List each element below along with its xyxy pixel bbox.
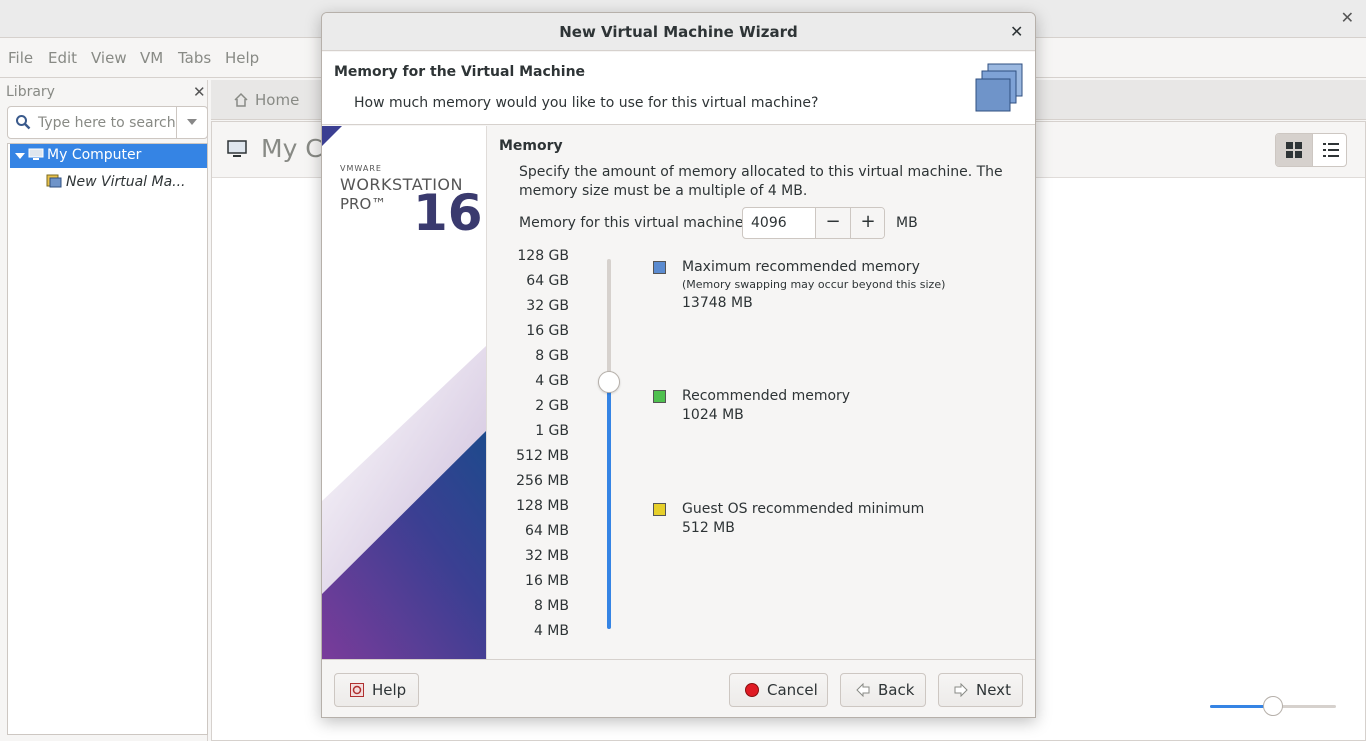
- dialog-footer: Help Cancel Back Next: [322, 659, 1035, 717]
- home-icon: [234, 92, 248, 107]
- menu-help[interactable]: Help: [225, 49, 259, 67]
- menu-vm[interactable]: VM: [140, 49, 163, 67]
- help-button[interactable]: Help: [334, 673, 419, 707]
- vm-icon: [46, 174, 62, 188]
- tree-item-my-computer[interactable]: My Computer: [10, 144, 207, 168]
- library-close-icon[interactable]: ✕: [193, 83, 206, 101]
- max-memory-swatch: [653, 261, 666, 274]
- memory-scale-label[interactable]: 1 GB: [487, 423, 569, 439]
- library-title: Library: [6, 84, 55, 100]
- step-subtitle: How much memory would you like to use fo…: [354, 95, 819, 111]
- tree-item-label: My Computer: [47, 147, 142, 163]
- view-toggle: [1275, 133, 1347, 167]
- search-placeholder: Type here to search: [38, 115, 176, 131]
- back-arrow-icon: [856, 683, 870, 697]
- tab-home-label: Home: [255, 91, 300, 109]
- expand-arrow-icon[interactable]: [15, 153, 25, 159]
- memory-slider[interactable]: [607, 259, 611, 629]
- memory-field-label: Memory for this virtual machine:: [519, 215, 749, 231]
- next-arrow-icon: [954, 683, 968, 697]
- zoom-slider-handle[interactable]: [1263, 696, 1283, 716]
- memory-scale-label[interactable]: 64 MB: [487, 523, 569, 539]
- search-dropdown-button[interactable]: [176, 107, 208, 138]
- help-button-label: Help: [372, 681, 407, 699]
- memory-scale-label[interactable]: 128 MB: [487, 498, 569, 514]
- menu-tabs[interactable]: Tabs: [178, 49, 211, 67]
- computer-icon: [227, 140, 247, 157]
- recommended-memory-swatch: [653, 390, 666, 403]
- vendor-logo-text: VMWARE: [340, 164, 382, 173]
- dialog-titlebar: New Virtual Machine Wizard ✕: [322, 13, 1035, 51]
- increase-memory-button[interactable]: +: [850, 208, 884, 238]
- legend-label: Maximum recommended memory: [682, 259, 920, 275]
- memory-scale-label[interactable]: 4 MB: [487, 623, 569, 639]
- product-edition: PRO™: [340, 195, 387, 213]
- library-tree: My Computer New Virtual Ma...: [7, 143, 208, 735]
- library-panel: Library ✕ Type here to search My Compute…: [0, 80, 208, 741]
- legend-label: Recommended memory: [682, 388, 851, 404]
- memory-scale-label[interactable]: 8 GB: [487, 348, 569, 364]
- menu-view[interactable]: View: [91, 49, 127, 67]
- new-vm-wizard-dialog: New Virtual Machine Wizard ✕ Memory for …: [321, 12, 1036, 718]
- list-icon: [1323, 143, 1339, 157]
- memory-scale-label[interactable]: 128 GB: [487, 248, 569, 264]
- next-button[interactable]: Next: [938, 673, 1023, 707]
- memory-scale-label[interactable]: 512 MB: [487, 448, 569, 464]
- product-version: 16: [413, 184, 483, 242]
- memory-scale-label[interactable]: 2 GB: [487, 398, 569, 414]
- search-icon: [16, 115, 31, 130]
- memory-scale-label[interactable]: 8 MB: [487, 598, 569, 614]
- tree-item-label: New Virtual Ma...: [66, 174, 186, 190]
- tree-item-new-vm[interactable]: New Virtual Ma...: [44, 172, 209, 194]
- back-button-label: Back: [878, 681, 915, 699]
- memory-scale-label[interactable]: 16 MB: [487, 573, 569, 589]
- dialog-title: New Virtual Machine Wizard: [559, 23, 798, 41]
- memory-scale-label[interactable]: 256 MB: [487, 473, 569, 489]
- memory-spinbutton: 4096 − +: [742, 207, 885, 239]
- step-title: Memory for the Virtual Machine: [334, 64, 586, 80]
- minimum-memory-swatch: [653, 503, 666, 516]
- memory-scale-label[interactable]: 32 MB: [487, 548, 569, 564]
- stop-icon: [745, 683, 759, 697]
- virtual-machines-icon: [975, 63, 1023, 112]
- memory-input[interactable]: 4096: [751, 215, 787, 231]
- memory-scale-label[interactable]: 16 GB: [487, 323, 569, 339]
- menu-file[interactable]: File: [8, 49, 33, 67]
- memory-scale-label[interactable]: 32 GB: [487, 298, 569, 314]
- zoom-slider[interactable]: [1210, 696, 1336, 716]
- cancel-button[interactable]: Cancel: [729, 673, 828, 707]
- tab-home[interactable]: Home ✕: [223, 80, 333, 120]
- memory-scale-label[interactable]: 64 GB: [487, 273, 569, 289]
- app-close-icon[interactable]: ✕: [1341, 8, 1354, 27]
- dialog-close-icon[interactable]: ✕: [1010, 22, 1023, 41]
- next-button-label: Next: [976, 681, 1011, 699]
- menu-edit[interactable]: Edit: [48, 49, 77, 67]
- memory-slider-fill: [607, 382, 611, 629]
- list-view-button[interactable]: [1312, 134, 1346, 166]
- memory-description: Specify the amount of memory allocated t…: [519, 164, 1003, 199]
- dialog-header: Memory for the Virtual Machine How much …: [322, 52, 1035, 125]
- legend-note: (Memory swapping may occur beyond this s…: [682, 278, 946, 291]
- cancel-button-label: Cancel: [767, 681, 818, 699]
- memory-panel: Memory Specify the amount of memory allo…: [486, 126, 1035, 659]
- library-search[interactable]: Type here to search: [7, 106, 208, 139]
- branding-panel: VMWARE WORKSTATION PRO™ 16: [322, 126, 486, 659]
- computer-icon: [28, 148, 44, 160]
- section-title: Memory: [499, 138, 563, 154]
- chevron-down-icon: [187, 119, 197, 125]
- legend-value: 13748 MB: [682, 295, 753, 311]
- memory-unit: MB: [896, 215, 918, 231]
- legend-value: 512 MB: [682, 520, 735, 536]
- back-button[interactable]: Back: [840, 673, 926, 707]
- memory-slider-handle[interactable]: [598, 371, 620, 393]
- legend-label: Guest OS recommended minimum: [682, 501, 925, 517]
- memory-scale-label[interactable]: 4 GB: [487, 373, 569, 389]
- legend-value: 1024 MB: [682, 407, 744, 423]
- grid-view-button[interactable]: [1276, 134, 1312, 166]
- decrease-memory-button[interactable]: −: [815, 208, 850, 238]
- grid-icon: [1286, 142, 1302, 158]
- help-icon: [350, 683, 364, 697]
